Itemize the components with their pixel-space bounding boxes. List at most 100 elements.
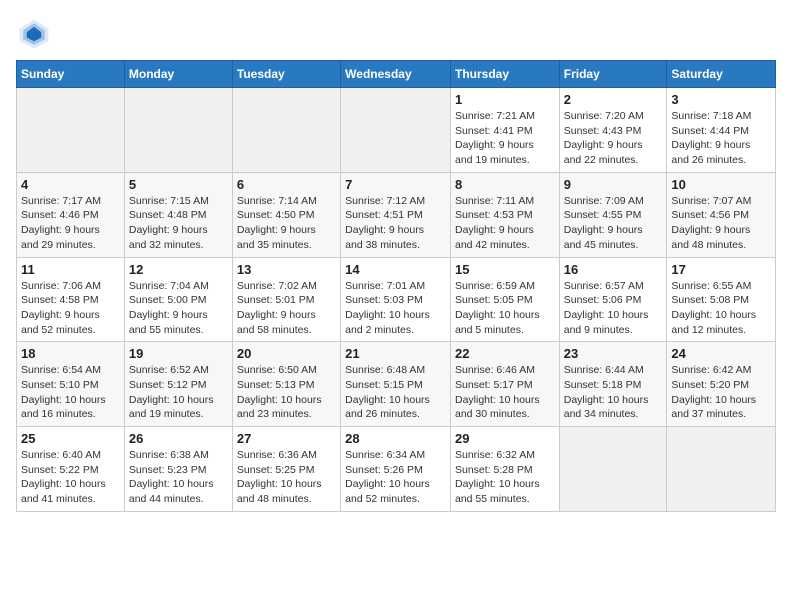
day-number: 3 — [671, 92, 771, 107]
day-detail: Sunrise: 6:36 AM Sunset: 5:25 PM Dayligh… — [237, 448, 336, 507]
day-detail: Sunrise: 6:50 AM Sunset: 5:13 PM Dayligh… — [237, 363, 336, 422]
calendar-cell — [17, 88, 125, 173]
day-detail: Sunrise: 6:44 AM Sunset: 5:18 PM Dayligh… — [564, 363, 663, 422]
day-number: 28 — [345, 431, 446, 446]
calendar-cell — [667, 427, 776, 512]
calendar-week-row: 25 Sunrise: 6:40 AM Sunset: 5:22 PM Dayli… — [17, 427, 776, 512]
day-detail: Sunrise: 6:48 AM Sunset: 5:15 PM Dayligh… — [345, 363, 446, 422]
calendar-cell: 28Sunrise: 6:34 AM Sunset: 5:26 PM Dayli… — [341, 427, 451, 512]
day-detail: Sunrise: 7:06 AM Sunset: 4:58 PM Dayligh… — [21, 279, 120, 338]
day-detail: Sunrise: 6:40 AM Sunset: 5:22 PM Dayligh… — [21, 448, 120, 507]
calendar-week-row: 1 Sunrise: 7:21 AM Sunset: 4:41 PM Daylig… — [17, 88, 776, 173]
calendar-table: SundayMondayTuesdayWednesdayThursdayFrid… — [16, 60, 776, 512]
calendar-cell — [124, 88, 232, 173]
day-number: 8 — [455, 177, 555, 192]
day-number: 24 — [671, 346, 771, 361]
calendar-cell: 24 Sunrise: 6:42 AM Sunset: 5:20 PM Dayli… — [667, 342, 776, 427]
calendar-cell: 19 Sunrise: 6:52 AM Sunset: 5:12 PM Dayli… — [124, 342, 232, 427]
day-number: 15 — [455, 262, 555, 277]
day-detail: Sunrise: 7:04 AM Sunset: 5:00 PM Dayligh… — [129, 279, 228, 338]
calendar-cell: 9 Sunrise: 7:09 AM Sunset: 4:55 PM Daylig… — [559, 172, 667, 257]
calendar-week-row: 11 Sunrise: 7:06 AM Sunset: 4:58 PM Dayli… — [17, 257, 776, 342]
calendar-cell: 8 Sunrise: 7:11 AM Sunset: 4:53 PM Daylig… — [450, 172, 559, 257]
day-number: 18 — [21, 346, 120, 361]
day-number: 16 — [564, 262, 663, 277]
day-detail: Sunrise: 6:38 AM Sunset: 5:23 PM Dayligh… — [129, 448, 228, 507]
day-detail: Sunrise: 7:17 AM Sunset: 4:46 PM Dayligh… — [21, 194, 120, 253]
day-detail: Sunrise: 7:11 AM Sunset: 4:53 PM Dayligh… — [455, 194, 555, 253]
day-number: 1 — [455, 92, 555, 107]
calendar-cell: 12 Sunrise: 7:04 AM Sunset: 5:00 PM Dayli… — [124, 257, 232, 342]
day-number: 21 — [345, 346, 446, 361]
calendar-cell: 15 Sunrise: 6:59 AM Sunset: 5:05 PM Dayli… — [450, 257, 559, 342]
calendar-cell: 29 Sunrise: 6:32 AM Sunset: 5:28 PM Dayli… — [450, 427, 559, 512]
day-detail: Sunrise: 7:20 AM Sunset: 4:43 PM Dayligh… — [564, 109, 663, 168]
weekday-header: Sunday — [17, 61, 125, 88]
day-detail: Sunrise: 6:57 AM Sunset: 5:06 PM Dayligh… — [564, 279, 663, 338]
day-detail: Sunrise: 6:55 AM Sunset: 5:08 PM Dayligh… — [671, 279, 771, 338]
calendar-cell: 2Sunrise: 7:20 AM Sunset: 4:43 PM Daylig… — [559, 88, 667, 173]
calendar-cell: 7 Sunrise: 7:12 AM Sunset: 4:51 PM Daylig… — [341, 172, 451, 257]
logo-icon — [16, 16, 52, 52]
calendar-cell: 10 Sunrise: 7:07 AM Sunset: 4:56 PM Dayli… — [667, 172, 776, 257]
day-number: 14 — [345, 262, 446, 277]
calendar-cell: 20Sunrise: 6:50 AM Sunset: 5:13 PM Dayli… — [232, 342, 340, 427]
day-number: 7 — [345, 177, 446, 192]
day-detail: Sunrise: 6:46 AM Sunset: 5:17 PM Dayligh… — [455, 363, 555, 422]
day-number: 17 — [671, 262, 771, 277]
calendar-cell: 17 Sunrise: 6:55 AM Sunset: 5:08 PM Dayli… — [667, 257, 776, 342]
day-number: 6 — [237, 177, 336, 192]
day-number: 4 — [21, 177, 120, 192]
calendar-cell — [341, 88, 451, 173]
day-detail: Sunrise: 6:32 AM Sunset: 5:28 PM Dayligh… — [455, 448, 555, 507]
day-number: 26 — [129, 431, 228, 446]
calendar-cell: 16 Sunrise: 6:57 AM Sunset: 5:06 PM Dayli… — [559, 257, 667, 342]
calendar-cell: 23 Sunrise: 6:44 AM Sunset: 5:18 PM Dayli… — [559, 342, 667, 427]
day-number: 19 — [129, 346, 228, 361]
day-detail: Sunrise: 7:02 AM Sunset: 5:01 PM Dayligh… — [237, 279, 336, 338]
day-detail: Sunrise: 6:59 AM Sunset: 5:05 PM Dayligh… — [455, 279, 555, 338]
day-detail: Sunrise: 7:01 AM Sunset: 5:03 PM Dayligh… — [345, 279, 446, 338]
day-detail: Sunrise: 6:52 AM Sunset: 5:12 PM Dayligh… — [129, 363, 228, 422]
day-detail: Sunrise: 7:18 AM Sunset: 4:44 PM Dayligh… — [671, 109, 771, 168]
calendar-cell: 5 Sunrise: 7:15 AM Sunset: 4:48 PM Daylig… — [124, 172, 232, 257]
day-detail: Sunrise: 6:54 AM Sunset: 5:10 PM Dayligh… — [21, 363, 120, 422]
weekday-header: Wednesday — [341, 61, 451, 88]
day-detail: Sunrise: 6:42 AM Sunset: 5:20 PM Dayligh… — [671, 363, 771, 422]
calendar-week-row: 18 Sunrise: 6:54 AM Sunset: 5:10 PM Dayli… — [17, 342, 776, 427]
calendar-cell: 6 Sunrise: 7:14 AM Sunset: 4:50 PM Daylig… — [232, 172, 340, 257]
calendar-cell: 11 Sunrise: 7:06 AM Sunset: 4:58 PM Dayli… — [17, 257, 125, 342]
day-number: 27 — [237, 431, 336, 446]
day-number: 9 — [564, 177, 663, 192]
weekday-header: Tuesday — [232, 61, 340, 88]
calendar-cell: 27 Sunrise: 6:36 AM Sunset: 5:25 PM Dayli… — [232, 427, 340, 512]
day-number: 10 — [671, 177, 771, 192]
calendar-cell: 25 Sunrise: 6:40 AM Sunset: 5:22 PM Dayli… — [17, 427, 125, 512]
day-number: 5 — [129, 177, 228, 192]
day-detail: Sunrise: 7:07 AM Sunset: 4:56 PM Dayligh… — [671, 194, 771, 253]
day-detail: Sunrise: 7:09 AM Sunset: 4:55 PM Dayligh… — [564, 194, 663, 253]
weekday-header: Saturday — [667, 61, 776, 88]
calendar-cell: 1 Sunrise: 7:21 AM Sunset: 4:41 PM Daylig… — [450, 88, 559, 173]
day-number: 11 — [21, 262, 120, 277]
logo — [16, 16, 56, 52]
day-detail: Sunrise: 7:12 AM Sunset: 4:51 PM Dayligh… — [345, 194, 446, 253]
calendar-cell: 18 Sunrise: 6:54 AM Sunset: 5:10 PM Dayli… — [17, 342, 125, 427]
day-number: 12 — [129, 262, 228, 277]
calendar-cell: 13 Sunrise: 7:02 AM Sunset: 5:01 PM Dayli… — [232, 257, 340, 342]
day-number: 29 — [455, 431, 555, 446]
calendar-cell: 14 Sunrise: 7:01 AM Sunset: 5:03 PM Dayli… — [341, 257, 451, 342]
page-header — [16, 16, 776, 52]
calendar-cell: 26 Sunrise: 6:38 AM Sunset: 5:23 PM Dayli… — [124, 427, 232, 512]
day-detail: Sunrise: 7:15 AM Sunset: 4:48 PM Dayligh… — [129, 194, 228, 253]
day-detail: Sunrise: 7:21 AM Sunset: 4:41 PM Dayligh… — [455, 109, 555, 168]
day-number: 13 — [237, 262, 336, 277]
day-number: 23 — [564, 346, 663, 361]
weekday-header: Friday — [559, 61, 667, 88]
day-number: 25 — [21, 431, 120, 446]
calendar-cell: 3 Sunrise: 7:18 AM Sunset: 4:44 PM Daylig… — [667, 88, 776, 173]
day-number: 22 — [455, 346, 555, 361]
weekday-header: Monday — [124, 61, 232, 88]
day-detail: Sunrise: 7:14 AM Sunset: 4:50 PM Dayligh… — [237, 194, 336, 253]
weekday-header-row: SundayMondayTuesdayWednesdayThursdayFrid… — [17, 61, 776, 88]
